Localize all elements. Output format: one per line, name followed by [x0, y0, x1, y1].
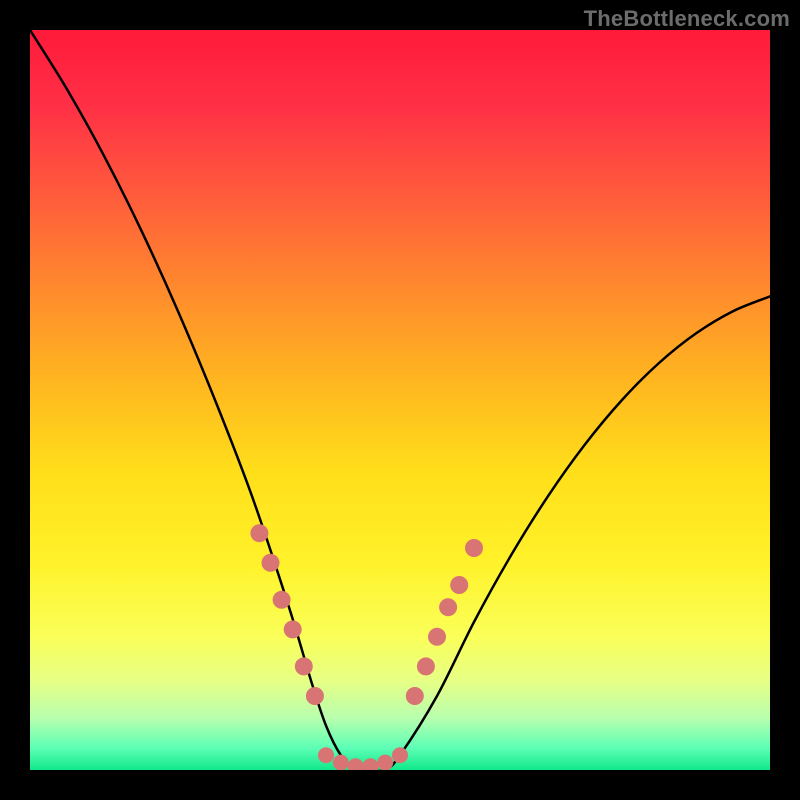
data-marker [250, 524, 268, 542]
curve-layer [30, 30, 770, 770]
data-marker [417, 657, 435, 675]
data-marker [273, 591, 291, 609]
data-marker [306, 687, 324, 705]
data-marker [348, 758, 364, 770]
plot-area [30, 30, 770, 770]
bottleneck-curve [30, 30, 770, 770]
data-marker [406, 687, 424, 705]
data-marker [377, 755, 393, 770]
data-marker [392, 747, 408, 763]
marker-group [250, 524, 483, 770]
data-marker [428, 628, 446, 646]
data-marker [362, 758, 378, 770]
data-marker [284, 620, 302, 638]
data-marker [295, 657, 313, 675]
data-marker [465, 539, 483, 557]
chart-frame: TheBottleneck.com [0, 0, 800, 800]
watermark-text: TheBottleneck.com [584, 6, 790, 32]
data-marker [333, 755, 349, 770]
data-marker [318, 747, 334, 763]
data-marker [262, 554, 280, 572]
data-marker [450, 576, 468, 594]
data-marker [439, 598, 457, 616]
